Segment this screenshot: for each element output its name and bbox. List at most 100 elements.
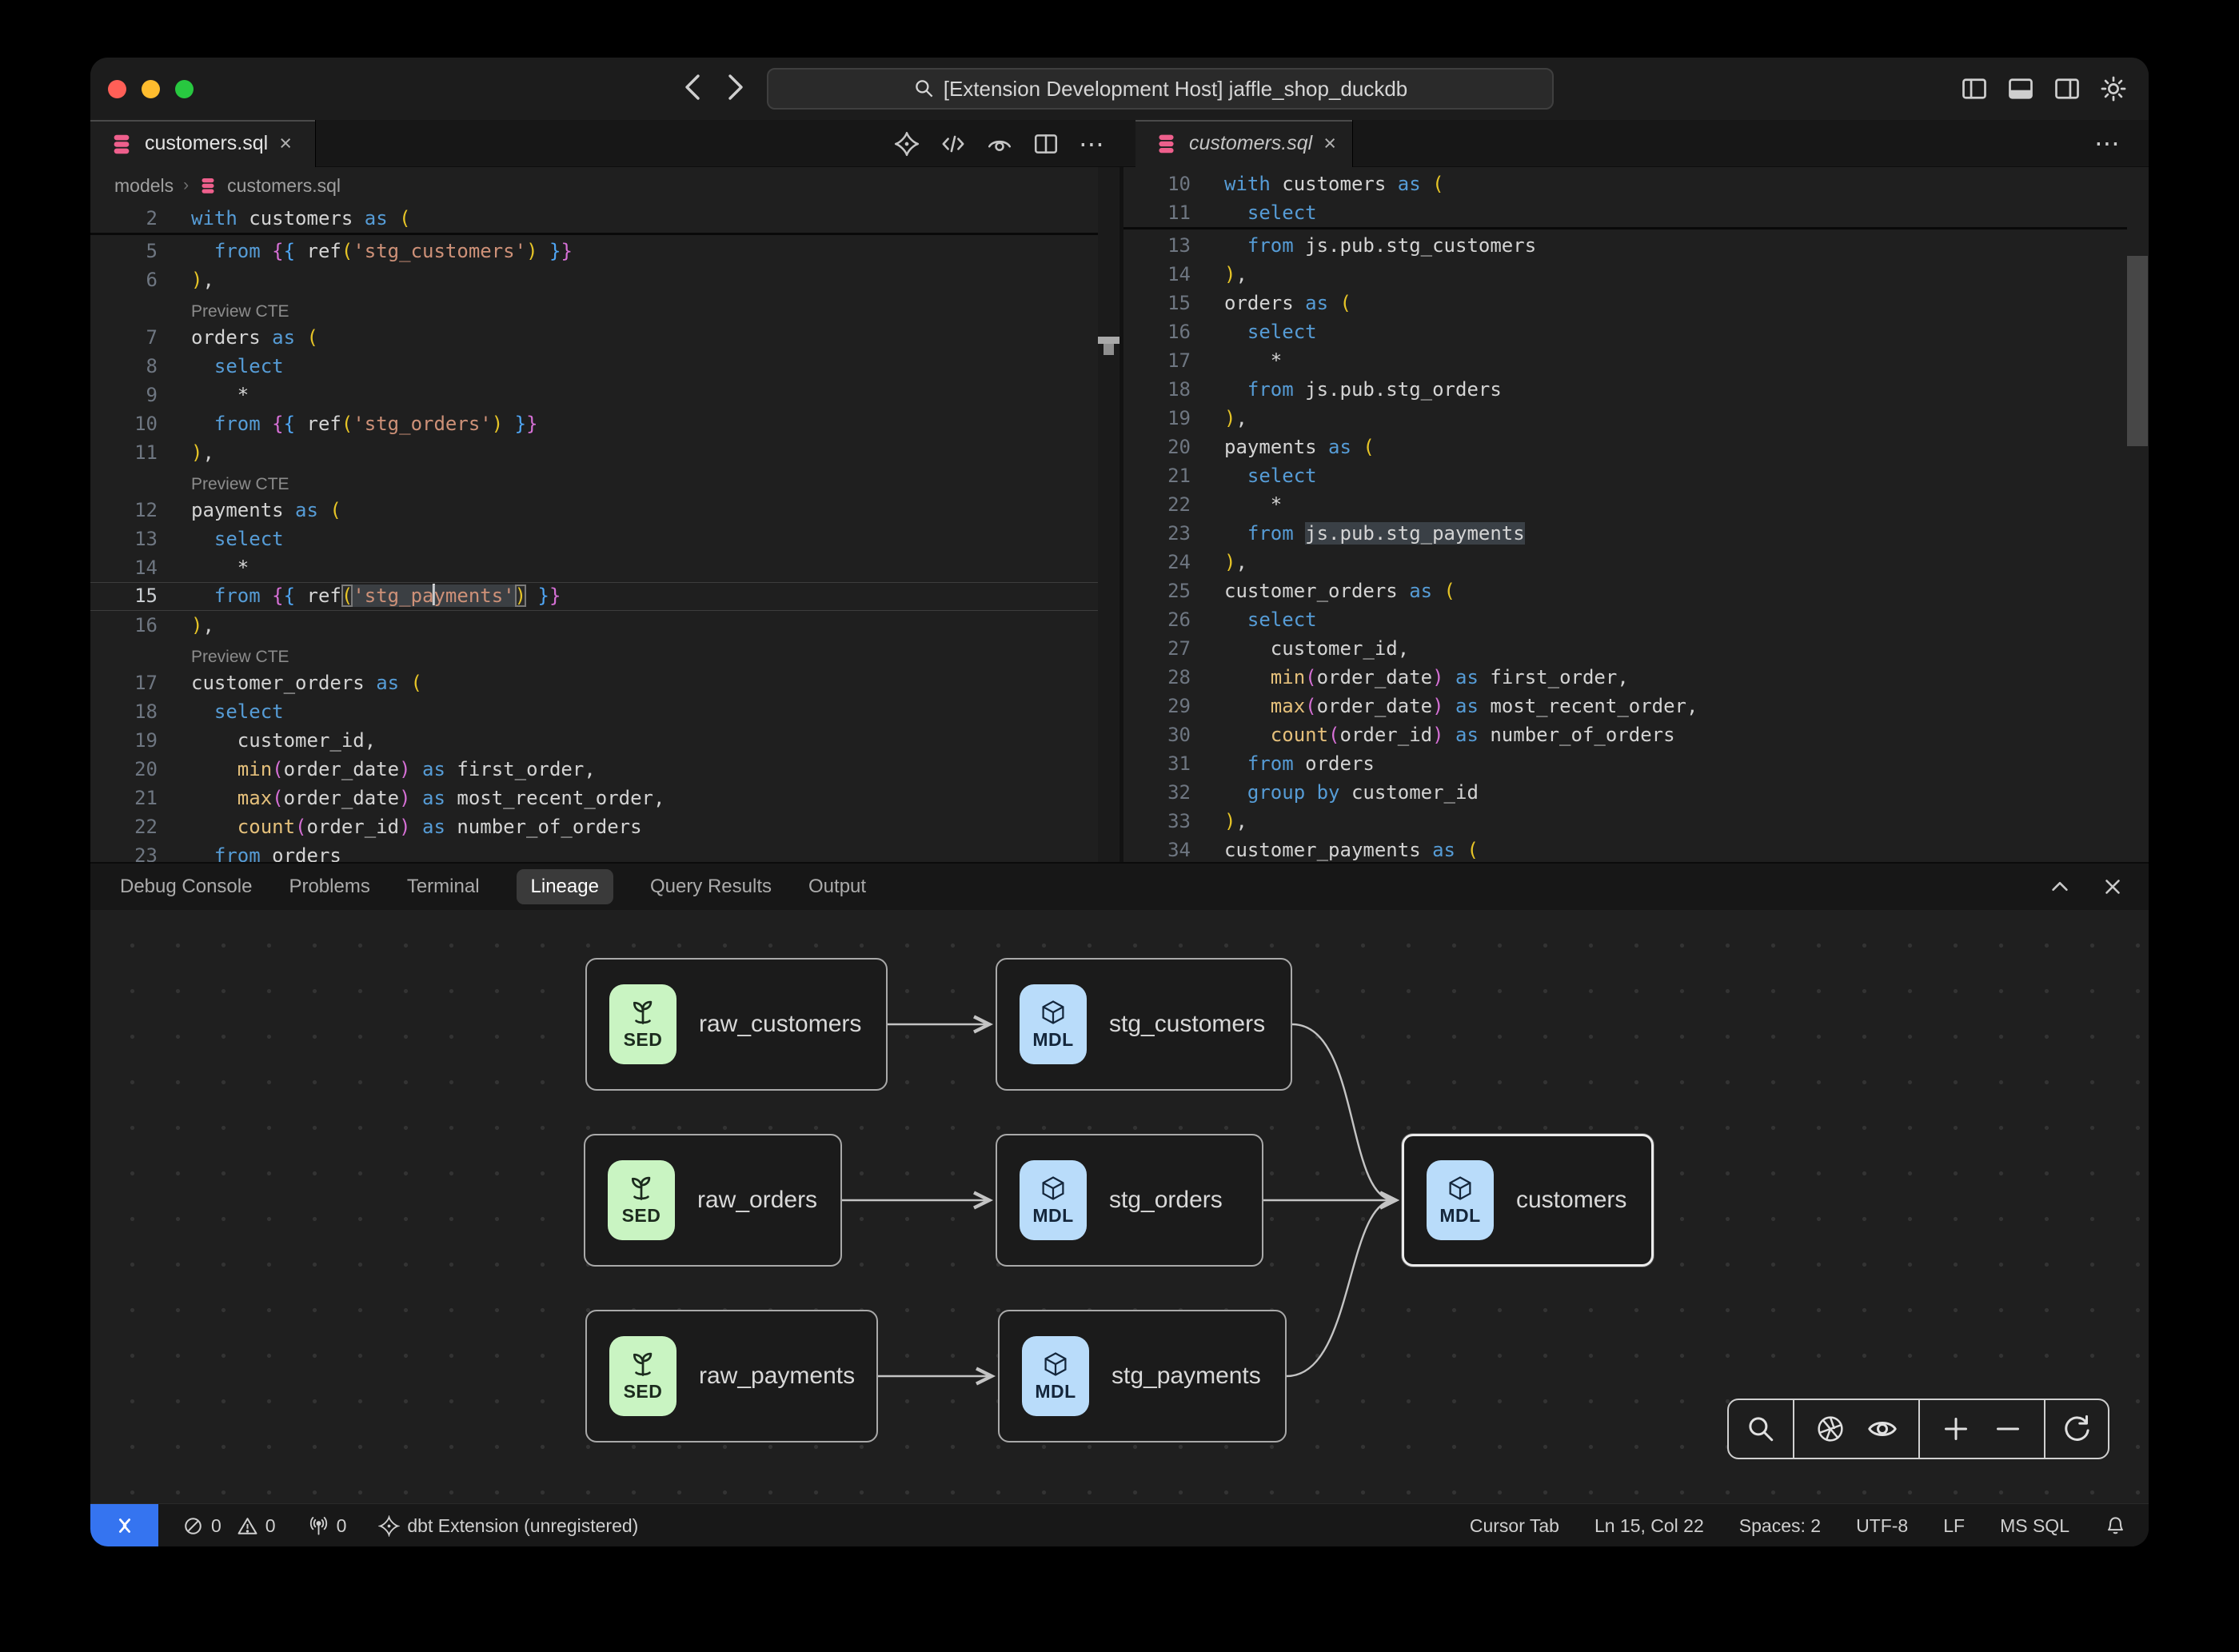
layout-sidebar-right-icon[interactable]	[2053, 74, 2081, 103]
bell-icon[interactable]	[2105, 1515, 2126, 1537]
codelens[interactable]: Preview CTE	[90, 467, 1098, 496]
lineage-node-stg_payments[interactable]: MDLstg_payments	[998, 1310, 1287, 1443]
command-center-search[interactable]: [Extension Development Host] jaffle_shop…	[767, 68, 1554, 110]
lineage-node-raw_payments[interactable]: SEDraw_payments	[585, 1310, 878, 1443]
lineage-node-stg_orders[interactable]: MDLstg_orders	[996, 1134, 1263, 1267]
aperture-icon[interactable]	[1814, 1413, 1846, 1445]
status-utf-8[interactable]: UTF-8	[1856, 1515, 1908, 1537]
code-line-8[interactable]: 8 select	[90, 352, 1098, 381]
editor-left-scrollbar[interactable]	[1098, 167, 1120, 862]
code-line-11[interactable]: 11 select	[1123, 198, 2127, 227]
panel-tab-terminal[interactable]: Terminal	[407, 876, 480, 898]
tab-customers-sql-left[interactable]: customers.sql ×	[90, 120, 316, 167]
lineage-node-raw_orders[interactable]: SEDraw_orders	[584, 1134, 842, 1267]
panel-tab-problems[interactable]: Problems	[289, 876, 369, 898]
code-line-20[interactable]: 20payments as (	[1123, 433, 2127, 461]
code-line-14[interactable]: 14 *	[90, 553, 1098, 582]
code-line-11[interactable]: 11),	[90, 438, 1098, 467]
code-line-34[interactable]: 34customer_payments as (	[1123, 836, 2127, 862]
refresh-icon[interactable]	[2061, 1413, 2093, 1445]
code-line-17[interactable]: 17 *	[1123, 346, 2127, 375]
code-line-26[interactable]: 26 select	[1123, 605, 2127, 634]
problems-status[interactable]: 0 0	[182, 1515, 276, 1537]
code-line-20[interactable]: 20 min(order_date) as first_order,	[90, 755, 1098, 784]
editor-right[interactable]: 10with customers as (11 select13 from js…	[1123, 170, 2127, 862]
code-line-28[interactable]: 28 min(order_date) as first_order,	[1123, 663, 2127, 692]
code-line-23[interactable]: 23 from orders	[90, 841, 1098, 862]
code-line-19[interactable]: 19),	[1123, 404, 2127, 433]
code-line-22[interactable]: 22 count(order_id) as number_of_orders	[90, 812, 1098, 841]
forward-icon[interactable]	[717, 69, 754, 106]
code-line-31[interactable]: 31 from orders	[1123, 749, 2127, 778]
status-ms-sql[interactable]: MS SQL	[2000, 1515, 2069, 1537]
code-line-15[interactable]: 15 from {{ ref('stg_payments') }}	[90, 582, 1098, 611]
editor-left[interactable]: 2with customers as ( 5 from {{ ref('stg_c…	[90, 204, 1098, 862]
status-cursor-tab[interactable]: Cursor Tab	[1470, 1515, 1559, 1537]
panel-maximize-icon[interactable]	[2048, 875, 2072, 899]
tab-customers-sql-right[interactable]: customers.sql ×	[1135, 120, 1353, 167]
breadcrumb-folder[interactable]: models	[114, 175, 174, 197]
close-window-button[interactable]	[108, 80, 126, 98]
codelens[interactable]: Preview CTE	[90, 294, 1098, 323]
code-line-27[interactable]: 27 customer_id,	[1123, 634, 2127, 663]
code-line-25[interactable]: 25customer_orders as (	[1123, 577, 2127, 605]
zoom-window-button[interactable]	[175, 80, 194, 98]
code-line-33[interactable]: 33),	[1123, 807, 2127, 836]
codelens[interactable]: Preview CTE	[90, 640, 1098, 668]
close-tab-icon[interactable]: ×	[1323, 133, 1336, 154]
code-line-16[interactable]: 16 select	[1123, 317, 2127, 346]
layout-panel-icon[interactable]	[2006, 74, 2035, 103]
close-tab-icon[interactable]: ×	[279, 133, 292, 154]
inline-code-icon[interactable]	[940, 130, 967, 158]
code-line-30[interactable]: 30 count(order_id) as number_of_orders	[1123, 720, 2127, 749]
code-line-6[interactable]: 6),	[90, 265, 1098, 294]
code-line-22[interactable]: 22 *	[1123, 490, 2127, 519]
code-line-21[interactable]: 21 max(order_date) as most_recent_order,	[90, 784, 1098, 812]
status-ln-15-col-22[interactable]: Ln 15, Col 22	[1594, 1515, 1704, 1537]
remote-indicator[interactable]	[90, 1504, 158, 1546]
status-lf[interactable]: LF	[1943, 1515, 1965, 1537]
ports-status[interactable]: 0	[308, 1515, 347, 1537]
code-line-9[interactable]: 9 *	[90, 381, 1098, 409]
lineage-node-customers[interactable]: MDLcustomers	[1402, 1134, 1654, 1267]
code-line-13[interactable]: 13 select	[90, 525, 1098, 553]
code-line-12[interactable]: 12payments as (	[90, 496, 1098, 525]
preview-eye-icon[interactable]	[986, 130, 1013, 158]
panel-close-icon[interactable]	[2101, 875, 2125, 899]
back-icon[interactable]	[674, 69, 711, 106]
code-line-21[interactable]: 21 select	[1123, 461, 2127, 490]
code-line-29[interactable]: 29 max(order_date) as most_recent_order,	[1123, 692, 2127, 720]
panel-tab-output[interactable]: Output	[808, 876, 866, 898]
code-line-24[interactable]: 24),	[1123, 548, 2127, 577]
code-line-18[interactable]: 18 from js.pub.stg_orders	[1123, 375, 2127, 404]
editor-right-scrollbar-thumb[interactable]	[2127, 256, 2148, 446]
editor-more-actions-icon[interactable]: ⋯	[1079, 129, 1106, 159]
search-icon[interactable]	[1745, 1413, 1777, 1445]
code-line-14[interactable]: 14),	[1123, 260, 2127, 289]
code-line-18[interactable]: 18 select	[90, 697, 1098, 726]
code-line-10[interactable]: 10 from {{ ref('stg_orders') }}	[90, 409, 1098, 438]
code-line-10[interactable]: 10with customers as (	[1123, 170, 2127, 198]
dbt-extension-status[interactable]: dbt Extension (unregistered)	[378, 1515, 638, 1537]
split-editor-icon[interactable]	[1032, 130, 1060, 158]
lineage-node-stg_customers[interactable]: MDLstg_customers	[996, 958, 1292, 1091]
panel-tab-lineage[interactable]: Lineage	[517, 869, 613, 904]
settings-gear-icon[interactable]	[2099, 74, 2128, 103]
more-actions-icon[interactable]: ⋯	[2094, 128, 2121, 158]
panel-tab-debug-console[interactable]: Debug Console	[120, 876, 252, 898]
code-line-19[interactable]: 19 customer_id,	[90, 726, 1098, 755]
code-line-5[interactable]: 5 from {{ ref('stg_customers') }}	[90, 237, 1098, 265]
eye-icon[interactable]	[1866, 1413, 1898, 1445]
zoom-in-icon[interactable]	[1940, 1413, 1972, 1445]
code-line-7[interactable]: 7orders as (	[90, 323, 1098, 352]
lineage-canvas[interactable]: SEDraw_customersMDLstg_customersSEDraw_o…	[90, 910, 2149, 1505]
code-line-2[interactable]: 2with customers as (	[90, 204, 1098, 233]
code-line-17[interactable]: 17customer_orders as (	[90, 668, 1098, 697]
layout-sidebar-left-icon[interactable]	[1960, 74, 1989, 103]
panel-tab-query-results[interactable]: Query Results	[650, 876, 772, 898]
zoom-out-icon[interactable]	[1992, 1413, 2024, 1445]
minimize-window-button[interactable]	[142, 80, 160, 98]
code-line-32[interactable]: 32 group by customer_id	[1123, 778, 2127, 807]
code-line-23[interactable]: 23 from js.pub.stg_payments	[1123, 519, 2127, 548]
dbt-icon[interactable]	[893, 130, 920, 158]
